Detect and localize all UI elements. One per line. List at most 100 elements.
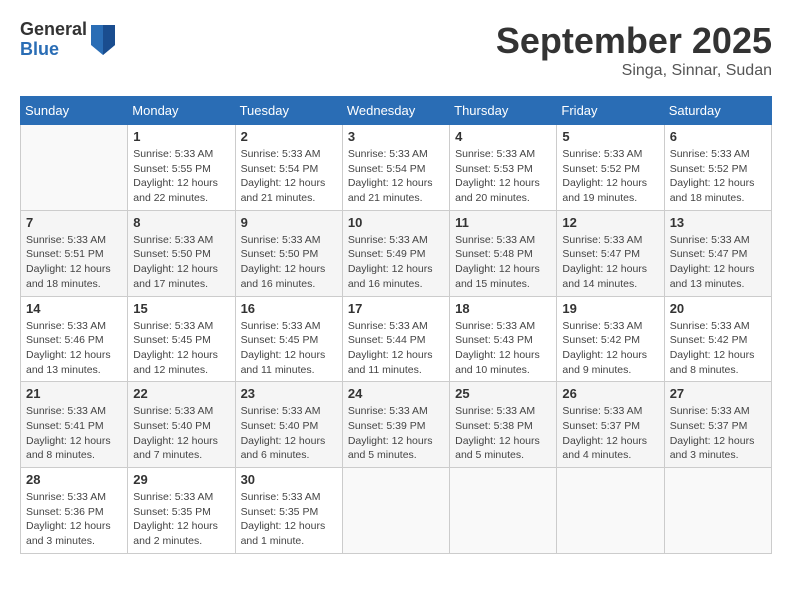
calendar-header-saturday: Saturday	[664, 97, 771, 125]
day-info: Sunrise: 5:33 AM Sunset: 5:55 PM Dayligh…	[133, 147, 229, 206]
calendar-header-wednesday: Wednesday	[342, 97, 449, 125]
calendar-cell: 25Sunrise: 5:33 AM Sunset: 5:38 PM Dayli…	[450, 382, 557, 468]
logo: General Blue	[20, 20, 115, 60]
logo-text: General Blue	[20, 20, 87, 60]
calendar-cell: 17 Sunrise: 5:33 AM Sunset: 5:44 PM Dayli…	[342, 296, 449, 382]
day-info: Sunrise: 5:33 AM Sunset: 5:42 PM Dayligh…	[562, 319, 658, 378]
day-info: Sunrise: 5:33 AM Sunset: 5:36 PM Dayligh…	[26, 490, 122, 549]
day-number: 6	[670, 129, 766, 144]
day-info: Sunrise: 5:33 AM Sunset: 5:35 PM Dayligh…	[133, 490, 229, 549]
day-info: Sunrise: 5:33 AM Sunset: 5:54 PM Dayligh…	[241, 147, 337, 206]
day-info: Sunrise: 5:33 AM Sunset: 5:49 PM Dayligh…	[348, 233, 444, 292]
day-number: 4	[455, 129, 551, 144]
day-number: 13	[670, 215, 766, 230]
day-number: 12	[562, 215, 658, 230]
day-info: Sunrise: 5:33 AM Sunset: 5:52 PM Dayligh…	[670, 147, 766, 206]
day-info: Sunrise: 5:33 AM Sunset: 5:53 PM Dayligh…	[455, 147, 551, 206]
calendar-cell	[450, 468, 557, 554]
day-number: 19	[562, 301, 658, 316]
calendar-week-row: 14Sunrise: 5:33 AM Sunset: 5:46 PM Dayli…	[21, 296, 772, 382]
day-number: 28	[26, 472, 122, 487]
calendar-cell: 23 Sunrise: 5:33 AM Sunset: 5:40 PM Dayli…	[235, 382, 342, 468]
calendar-cell: 9 Sunrise: 5:33 AM Sunset: 5:50 PM Daylig…	[235, 210, 342, 296]
calendar-cell: 20Sunrise: 5:33 AM Sunset: 5:42 PM Dayli…	[664, 296, 771, 382]
calendar-week-row: 7 Sunrise: 5:33 AM Sunset: 5:51 PM Daylig…	[21, 210, 772, 296]
day-number: 17	[348, 301, 444, 316]
calendar-cell: 3 Sunrise: 5:33 AM Sunset: 5:54 PM Daylig…	[342, 125, 449, 211]
day-info: Sunrise: 5:33 AM Sunset: 5:54 PM Dayligh…	[348, 147, 444, 206]
calendar-cell	[664, 468, 771, 554]
calendar-cell: 19 Sunrise: 5:33 AM Sunset: 5:42 PM Dayli…	[557, 296, 664, 382]
calendar-cell	[342, 468, 449, 554]
calendar-header-thursday: Thursday	[450, 97, 557, 125]
logo-general: General	[20, 20, 87, 40]
calendar-cell: 8 Sunrise: 5:33 AM Sunset: 5:50 PM Daylig…	[128, 210, 235, 296]
title-block: September 2025 Singa, Sinnar, Sudan	[496, 20, 772, 80]
day-number: 29	[133, 472, 229, 487]
day-info: Sunrise: 5:33 AM Sunset: 5:35 PM Dayligh…	[241, 490, 337, 549]
calendar-cell	[21, 125, 128, 211]
calendar-cell: 10 Sunrise: 5:33 AM Sunset: 5:49 PM Dayli…	[342, 210, 449, 296]
calendar-cell: 28 Sunrise: 5:33 AM Sunset: 5:36 PM Dayli…	[21, 468, 128, 554]
day-number: 2	[241, 129, 337, 144]
month-title: September 2025	[496, 20, 772, 62]
calendar-cell: 24 Sunrise: 5:33 AM Sunset: 5:39 PM Dayli…	[342, 382, 449, 468]
calendar-cell: 22 Sunrise: 5:33 AM Sunset: 5:40 PM Dayli…	[128, 382, 235, 468]
calendar-cell: 30 Sunrise: 5:33 AM Sunset: 5:35 PM Dayli…	[235, 468, 342, 554]
day-info: Sunrise: 5:33 AM Sunset: 5:40 PM Dayligh…	[241, 404, 337, 463]
logo-icon	[91, 25, 115, 55]
calendar-header-row: SundayMondayTuesdayWednesdayThursdayFrid…	[21, 97, 772, 125]
calendar-cell: 26Sunrise: 5:33 AM Sunset: 5:37 PM Dayli…	[557, 382, 664, 468]
day-info: Sunrise: 5:33 AM Sunset: 5:44 PM Dayligh…	[348, 319, 444, 378]
day-info: Sunrise: 5:33 AM Sunset: 5:51 PM Dayligh…	[26, 233, 122, 292]
day-info: Sunrise: 5:33 AM Sunset: 5:52 PM Dayligh…	[562, 147, 658, 206]
calendar-week-row: 21Sunrise: 5:33 AM Sunset: 5:41 PM Dayli…	[21, 382, 772, 468]
calendar-cell: 21Sunrise: 5:33 AM Sunset: 5:41 PM Dayli…	[21, 382, 128, 468]
calendar: SundayMondayTuesdayWednesdayThursdayFrid…	[20, 96, 772, 554]
calendar-header-friday: Friday	[557, 97, 664, 125]
page-header: General Blue September 2025 Singa, Sinna…	[20, 20, 772, 80]
day-number: 27	[670, 386, 766, 401]
calendar-cell: 2 Sunrise: 5:33 AM Sunset: 5:54 PM Daylig…	[235, 125, 342, 211]
day-number: 3	[348, 129, 444, 144]
day-number: 9	[241, 215, 337, 230]
day-info: Sunrise: 5:33 AM Sunset: 5:45 PM Dayligh…	[241, 319, 337, 378]
day-info: Sunrise: 5:33 AM Sunset: 5:50 PM Dayligh…	[241, 233, 337, 292]
day-info: Sunrise: 5:33 AM Sunset: 5:43 PM Dayligh…	[455, 319, 551, 378]
calendar-cell: 15 Sunrise: 5:33 AM Sunset: 5:45 PM Dayli…	[128, 296, 235, 382]
day-number: 16	[241, 301, 337, 316]
location: Singa, Sinnar, Sudan	[496, 62, 772, 80]
day-info: Sunrise: 5:33 AM Sunset: 5:47 PM Dayligh…	[670, 233, 766, 292]
calendar-week-row: 1 Sunrise: 5:33 AM Sunset: 5:55 PM Daylig…	[21, 125, 772, 211]
calendar-header-sunday: Sunday	[21, 97, 128, 125]
day-info: Sunrise: 5:33 AM Sunset: 5:45 PM Dayligh…	[133, 319, 229, 378]
calendar-header-tuesday: Tuesday	[235, 97, 342, 125]
day-number: 30	[241, 472, 337, 487]
calendar-cell: 4 Sunrise: 5:33 AM Sunset: 5:53 PM Daylig…	[450, 125, 557, 211]
day-number: 15	[133, 301, 229, 316]
day-number: 14	[26, 301, 122, 316]
day-number: 11	[455, 215, 551, 230]
calendar-cell	[557, 468, 664, 554]
calendar-cell: 13 Sunrise: 5:33 AM Sunset: 5:47 PM Dayli…	[664, 210, 771, 296]
calendar-cell: 5 Sunrise: 5:33 AM Sunset: 5:52 PM Daylig…	[557, 125, 664, 211]
day-info: Sunrise: 5:33 AM Sunset: 5:40 PM Dayligh…	[133, 404, 229, 463]
calendar-cell: 18Sunrise: 5:33 AM Sunset: 5:43 PM Dayli…	[450, 296, 557, 382]
day-number: 7	[26, 215, 122, 230]
calendar-header-monday: Monday	[128, 97, 235, 125]
calendar-cell: 27Sunrise: 5:33 AM Sunset: 5:37 PM Dayli…	[664, 382, 771, 468]
day-number: 22	[133, 386, 229, 401]
calendar-week-row: 28 Sunrise: 5:33 AM Sunset: 5:36 PM Dayli…	[21, 468, 772, 554]
day-number: 23	[241, 386, 337, 401]
day-number: 1	[133, 129, 229, 144]
day-info: Sunrise: 5:33 AM Sunset: 5:50 PM Dayligh…	[133, 233, 229, 292]
day-info: Sunrise: 5:33 AM Sunset: 5:41 PM Dayligh…	[26, 404, 122, 463]
day-number: 8	[133, 215, 229, 230]
day-number: 24	[348, 386, 444, 401]
day-info: Sunrise: 5:33 AM Sunset: 5:39 PM Dayligh…	[348, 404, 444, 463]
day-number: 20	[670, 301, 766, 316]
logo-blue: Blue	[20, 40, 87, 60]
day-number: 26	[562, 386, 658, 401]
day-number: 10	[348, 215, 444, 230]
day-number: 5	[562, 129, 658, 144]
